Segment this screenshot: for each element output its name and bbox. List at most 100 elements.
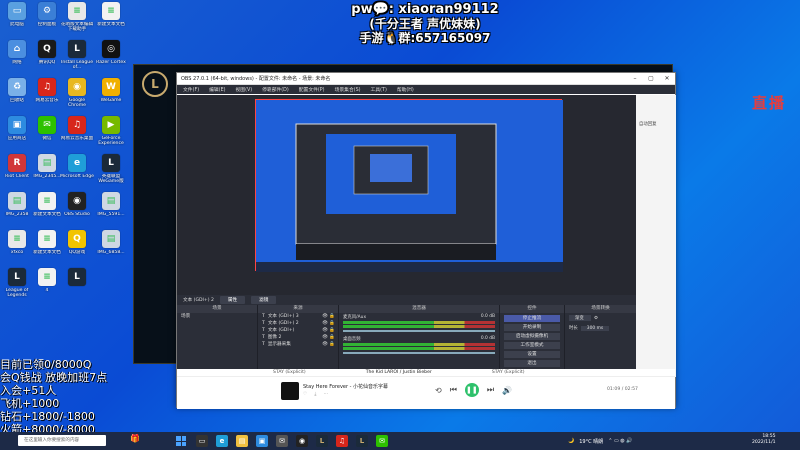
transition-settings-icon[interactable]: ⚙	[594, 316, 598, 321]
control-button[interactable]: 设置	[504, 351, 560, 358]
source-item[interactable]: T 文本 (GDI+) 2 👁 🔒	[258, 320, 338, 327]
obs-taskbar-icon[interactable]: ◉	[296, 435, 308, 447]
desktop-icon[interactable]: ≡ 新建文本文档	[32, 192, 62, 228]
source-item[interactable]: T 显示器采集 👁 🔒	[258, 341, 338, 348]
obs-menu-item[interactable]: 视图(V)	[235, 86, 252, 93]
loop-icon[interactable]: ⟲	[435, 386, 442, 395]
stream-promo-overlay: pw💬: xiaoran99112 (千分王者 声优妹妹) 手游🐧群:65716…	[340, 2, 510, 45]
explorer-taskbar-icon[interactable]: ▤	[236, 435, 248, 447]
desktop-icon[interactable]: ▤ IMG_5591...	[96, 192, 126, 228]
transition-select[interactable]: 渐变	[569, 315, 591, 321]
mail-taskbar-icon[interactable]: ✉	[276, 435, 288, 447]
desktop-icon[interactable]: Q 腾讯QQ	[32, 40, 62, 76]
desktop-icon[interactable]: ◎ Razer Cortex	[96, 40, 126, 76]
visibility-lock-icons[interactable]: 👁 🔒	[322, 320, 338, 327]
visibility-lock-icons[interactable]: 👁 🔒	[322, 341, 338, 348]
source-item[interactable]: T 图像 2 👁 🔒	[258, 334, 338, 341]
desktop-icon[interactable]: ⌂ 网络	[2, 40, 32, 76]
desktop-icon[interactable]: ≡ 花哨版文本编辑下载助手	[60, 2, 94, 38]
desktop-icon[interactable]: ≡ 新建文本文档	[32, 230, 62, 266]
previous-track-icon[interactable]: ⏮	[450, 385, 457, 395]
next-track-icon[interactable]: ⏭	[487, 385, 494, 395]
desktop-icon[interactable]: ▤ IMG_2358	[2, 192, 32, 228]
obs-preview-canvas[interactable]	[255, 99, 563, 272]
mixer-channel: 桌面音频 0.0 dB	[339, 335, 499, 357]
obs-menu-item[interactable]: 停靠部件(D)	[262, 86, 289, 93]
obs-menu-item[interactable]: 工具(T)	[371, 86, 387, 93]
album-cover[interactable]	[281, 382, 299, 400]
volume-icon[interactable]: 🔊	[502, 386, 512, 395]
duration-input[interactable]: 300 ms	[580, 325, 610, 331]
taskbar-search-input[interactable]: 在这里输入你要搜索的内容	[18, 435, 106, 446]
playback-time: 01:09 / 02:57	[607, 387, 638, 392]
desktop-icon[interactable]: e Microsoft Edge	[60, 154, 94, 190]
desktop-icon[interactable]: ◉ Google Chrome	[62, 78, 92, 114]
desktop-icon[interactable]: ≡ 新建文本文档	[96, 2, 126, 38]
tray-icons[interactable]: ⌃ ▭ ◍ 🔊	[608, 438, 632, 444]
visibility-lock-icons[interactable]: 👁 🔒	[322, 313, 338, 320]
league-client-taskbar-icon[interactable]: L	[356, 435, 368, 447]
desktop-icon[interactable]: ▭ 此电脑	[2, 2, 32, 38]
song-actions[interactable]: ♡ ⤓ ⋯	[303, 391, 331, 397]
minimize-icon[interactable]: –	[627, 75, 643, 82]
desktop-icon[interactable]: Q QQ游戏	[62, 230, 92, 266]
filters-button[interactable]: 滤镜	[251, 296, 277, 304]
desktop-icon[interactable]: L League of Legends	[2, 268, 32, 304]
maximize-icon[interactable]: ▢	[643, 75, 659, 82]
edge-taskbar-icon[interactable]: e	[216, 435, 228, 447]
source-item[interactable]: T 文本 (GDI+) 👁 🔒	[258, 327, 338, 334]
desktop-icon[interactable]: ♫ 网易云音乐桌面	[61, 116, 93, 152]
properties-button[interactable]: 属性	[219, 296, 246, 304]
source-item[interactable]: T 文本 (GDI+) 3 👁 🔒	[258, 313, 338, 320]
control-button[interactable]: 退出	[504, 360, 560, 367]
desktop-icon[interactable]: L 英雄联盟WeGame版	[96, 154, 126, 190]
desktop-icon[interactable]: ≡ 4	[32, 268, 62, 304]
task-view-icon[interactable]: ▭	[196, 435, 208, 447]
desktop-icon-label: 新建文本文档	[33, 212, 61, 217]
close-icon[interactable]: ✕	[659, 75, 675, 82]
store-taskbar-icon[interactable]: ▣	[256, 435, 268, 447]
desktop-icon[interactable]: ▤ IMG_6858...	[96, 230, 126, 266]
league-taskbar-icon[interactable]: L	[316, 435, 328, 447]
source-label: 显示器采集	[267, 342, 291, 347]
visibility-lock-icons[interactable]: 👁 🔒	[322, 327, 338, 334]
desktop-icon-label: 花哨版文本编辑下载助手	[60, 22, 94, 32]
scene-item[interactable]: 场景	[177, 313, 257, 320]
desktop-icon[interactable]: L	[62, 268, 92, 304]
desktop-icon[interactable]: ⚙ 控制面板	[32, 2, 62, 38]
desktop-icon[interactable]: R Riot Client	[2, 154, 32, 190]
obs-window[interactable]: OBS 27.0.1 (64-bit, windows) - 配置文件: 未命名…	[176, 72, 676, 409]
wechat-taskbar-icon[interactable]: ✉	[376, 435, 388, 447]
desktop-icon-label: xfxco	[10, 250, 24, 255]
obs-menu-item[interactable]: 场景集合(S)	[335, 86, 361, 93]
obs-menu-item[interactable]: 配置文件(P)	[299, 86, 325, 93]
desktop-icon[interactable]: ▤ IMG_2345...	[32, 154, 62, 190]
desktop-icon[interactable]: ▣ 应用商店	[2, 116, 32, 152]
obs-titlebar[interactable]: OBS 27.0.1 (64-bit, windows) - 配置文件: 未命名…	[177, 73, 675, 85]
play-pause-button[interactable]: ❚❚	[464, 383, 479, 397]
desktop-icon[interactable]: L Install League of...	[61, 40, 93, 76]
desktop-icon[interactable]: ▶ GeForce Experience	[96, 116, 126, 152]
mixer-dock-title: 混音器	[339, 305, 499, 313]
start-button[interactable]	[174, 434, 188, 448]
control-button[interactable]: 停止推流	[504, 315, 560, 322]
desktop-icon[interactable]: ✉ 微信	[32, 116, 62, 152]
taskbar-clock[interactable]: 18:55 2022/11/1	[752, 434, 776, 446]
desktop-icon[interactable]: ≡ xfxco	[2, 230, 32, 266]
control-button[interactable]: 启动虚拟摄像机	[504, 333, 560, 340]
desktop-icon[interactable]: ♻ 回收站	[2, 78, 32, 114]
control-button[interactable]: 工作室模式	[504, 342, 560, 349]
desktop-icon[interactable]: ♫ 网易云音乐	[32, 78, 62, 114]
desktop-icon[interactable]: W WeGame	[96, 78, 126, 114]
volume-slider[interactable]	[343, 330, 495, 332]
desktop-icon[interactable]: ◉ OBS Studio	[62, 192, 92, 228]
volume-slider[interactable]	[343, 352, 495, 354]
weather-text[interactable]: 19°C 晴朗	[579, 438, 603, 445]
obs-menu-item[interactable]: 编辑(E)	[209, 86, 225, 93]
desktop-icon-label: Riot Client	[5, 174, 29, 179]
obs-menu-item[interactable]: 帮助(H)	[397, 86, 414, 93]
netease-taskbar-icon[interactable]: ♫	[336, 435, 348, 447]
control-button[interactable]: 开始录制	[504, 324, 560, 331]
visibility-lock-icons[interactable]: 👁 🔒	[322, 334, 338, 341]
obs-menu-item[interactable]: 文件(F)	[183, 86, 199, 93]
